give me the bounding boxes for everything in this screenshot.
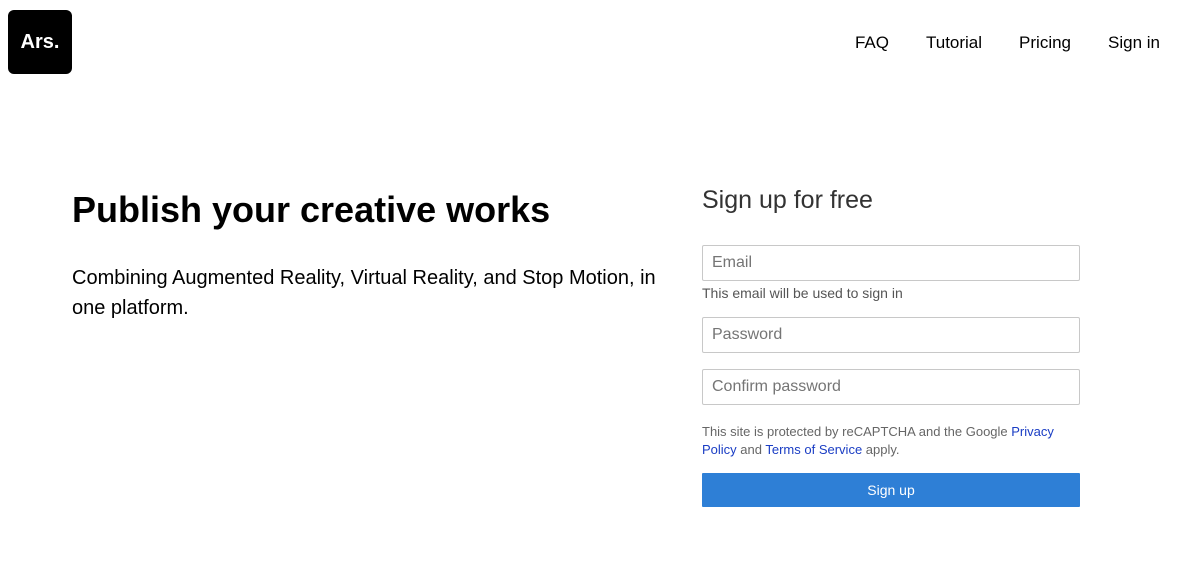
nav-pricing-link[interactable]: Pricing [1019, 33, 1071, 53]
password-field[interactable] [702, 317, 1080, 353]
hero-subtitle: Combining Augmented Reality, Virtual Rea… [72, 267, 656, 319]
nav-sign-in-link[interactable]: Sign in [1108, 33, 1160, 53]
nav-tutorial-link[interactable]: Tutorial [926, 33, 982, 53]
recaptcha-text-middle: and [736, 442, 766, 457]
recaptcha-notice: This site is protected by reCAPTCHA and … [702, 423, 1080, 459]
email-hint: This email will be used to sign in [702, 285, 903, 301]
sign-up-button[interactable]: Sign up [702, 473, 1080, 507]
email-field[interactable] [702, 245, 1080, 281]
confirm-password-field[interactable] [702, 369, 1080, 405]
recaptcha-text-before: This site is protected by reCAPTCHA and … [702, 424, 1012, 439]
hero-title: Publish your creative works [72, 189, 551, 230]
page: Ars. FAQ Tutorial Pricing Sign in Publis… [0, 0, 1177, 584]
logo[interactable]: Ars. [8, 10, 72, 74]
recaptcha-text-after: apply. [862, 442, 900, 457]
nav-faq-link[interactable]: FAQ [855, 33, 889, 53]
terms-of-service-link[interactable]: Terms of Service [765, 442, 862, 457]
signup-form-title: Sign up for free [702, 186, 873, 214]
top-nav: FAQ Tutorial Pricing Sign in [855, 33, 1160, 53]
